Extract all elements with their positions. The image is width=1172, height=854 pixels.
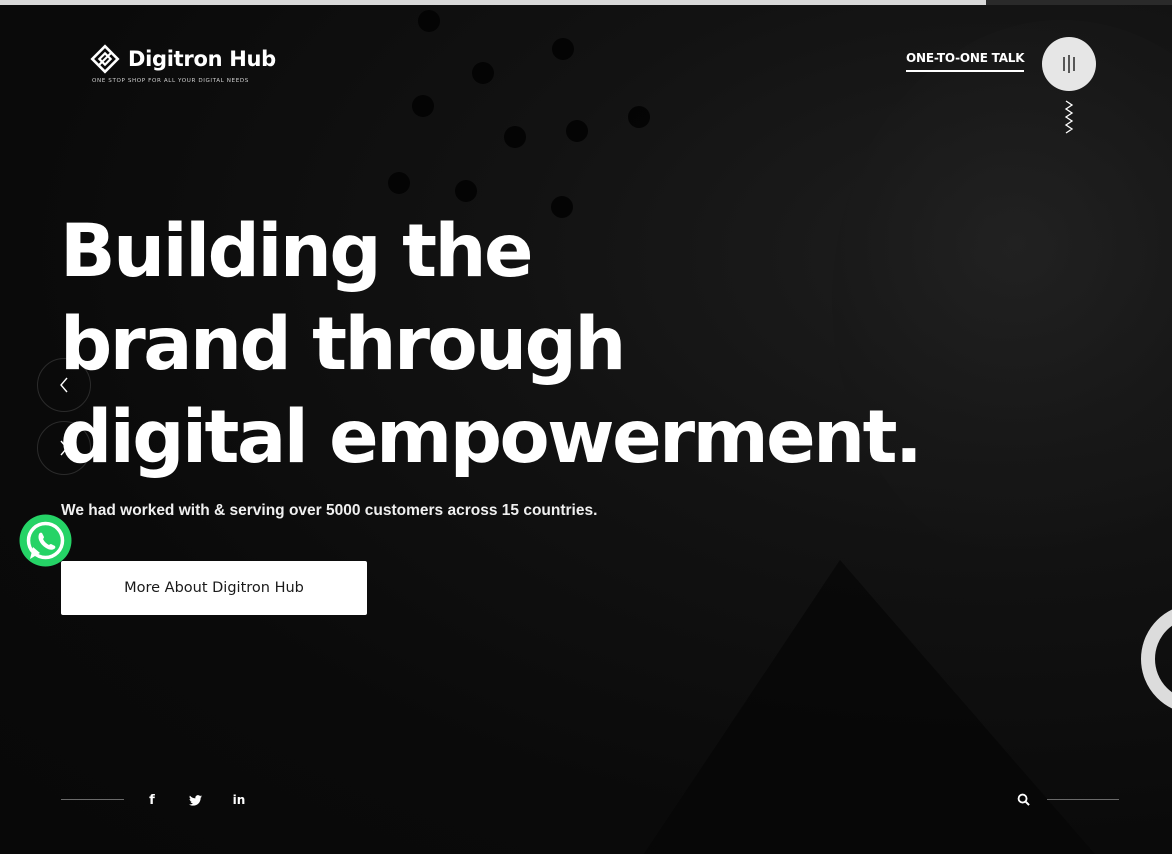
brand-tagline: ONE STOP SHOP FOR ALL YOUR DIGITAL NEEDS [92, 78, 249, 84]
hero-title: Building the brand through digital empow… [60, 205, 960, 484]
menu-button[interactable] [1042, 37, 1096, 91]
decor-dot [472, 62, 494, 84]
hero-title-line: digital empowerment. [60, 395, 923, 480]
logo-row: Digitron Hub [90, 44, 276, 74]
background-shadow [640, 560, 1100, 854]
hero-title-line: Building the [60, 209, 533, 294]
more-about-button[interactable]: More About Digitron Hub [61, 561, 367, 615]
footer-divider-left [61, 799, 124, 800]
brand-name: Digitron Hub [128, 47, 276, 71]
twitter-icon[interactable] [185, 790, 205, 810]
decor-dot [504, 126, 526, 148]
decor-dot [566, 120, 588, 142]
menu-bars-icon [1063, 55, 1075, 73]
diamond-logo-icon [90, 44, 120, 74]
decor-dot [628, 106, 650, 128]
decor-dot [552, 38, 574, 60]
decor-dot [418, 10, 440, 32]
decor-dot [455, 180, 477, 202]
search-button[interactable] [1013, 789, 1033, 809]
twitter-bird-icon [188, 794, 202, 806]
search-icon [1017, 793, 1030, 806]
one-to-one-talk-link[interactable]: ONE-TO-ONE TALK [906, 51, 1025, 72]
page: Digitron Hub ONE STOP SHOP FOR ALL YOUR … [0, 0, 1172, 854]
hero-subtitle: We had worked with & serving over 5000 c… [61, 502, 598, 519]
decor-ring [1141, 604, 1172, 714]
whatsapp-icon[interactable] [18, 513, 73, 568]
zigzag-decor-icon [1064, 100, 1074, 134]
decor-dot [412, 95, 434, 117]
hero-title-line: brand through [60, 302, 626, 387]
page-progress-bar [0, 0, 986, 5]
decor-dot [388, 172, 410, 194]
brand-logo[interactable]: Digitron Hub ONE STOP SHOP FOR ALL YOUR … [90, 44, 276, 84]
facebook-icon[interactable]: f [142, 790, 162, 810]
linkedin-icon[interactable]: in [229, 790, 249, 810]
page-progress-track [986, 0, 1172, 5]
footer-divider-right [1047, 799, 1119, 800]
